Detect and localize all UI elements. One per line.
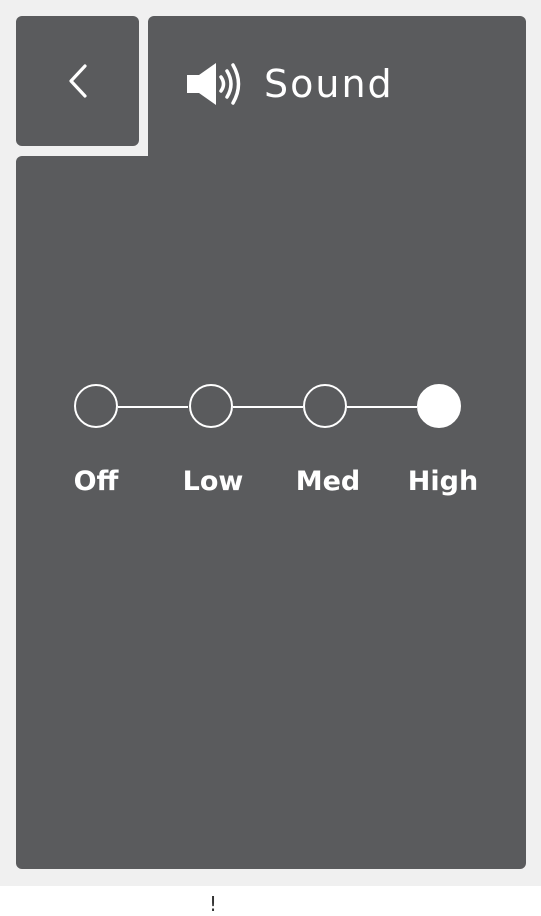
sound-level-med-radio[interactable] [303,384,347,428]
sound-level-low-label[interactable]: Low [153,466,273,497]
slider-track-segment [347,406,417,408]
slider-track-segment [233,406,303,408]
slider-track-segment [118,406,188,408]
sound-level-med-label[interactable]: Med [268,466,388,497]
sound-level-high-radio[interactable] [417,384,461,428]
sound-level-high-label[interactable]: High [383,466,503,497]
sound-level-low-radio[interactable] [189,384,233,428]
footer-caret: ! [207,892,220,916]
sound-level-selector: Off Low Med High [0,0,541,520]
sound-level-off-radio[interactable] [74,384,118,428]
sound-level-off-label[interactable]: Off [36,466,156,497]
